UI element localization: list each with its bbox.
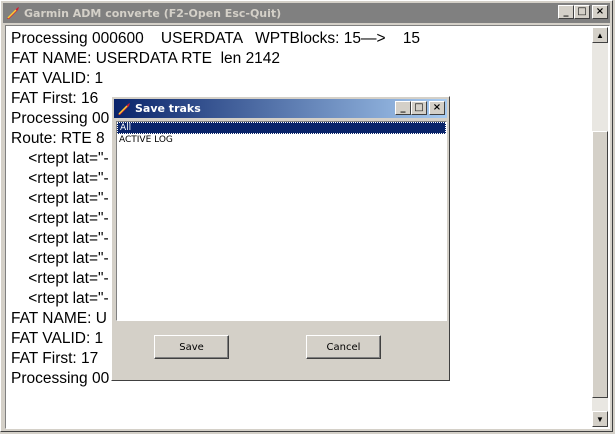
app-feather-icon bbox=[7, 7, 19, 19]
main-title-bar[interactable]: Garmin ADM converte (F2-Open Esc-Quit) _… bbox=[3, 3, 610, 23]
maximize-button[interactable]: □ bbox=[574, 5, 590, 19]
close-button[interactable]: × bbox=[592, 5, 608, 19]
dialog-close-button[interactable]: × bbox=[429, 101, 445, 115]
save-button[interactable]: Save bbox=[154, 335, 229, 359]
main-window-title: Garmin ADM converte (F2-Open Esc-Quit) bbox=[24, 6, 282, 20]
minimize-button[interactable]: _ bbox=[558, 5, 574, 19]
log-line: FAT VALID: 1 bbox=[11, 70, 104, 87]
track-list-item[interactable]: All bbox=[117, 122, 446, 134]
log-line: Processing 000600 USERDATA WPTBlocks: 15… bbox=[11, 30, 421, 47]
dialog-title: Save traks bbox=[135, 102, 201, 115]
log-line: FAT NAME: USERDATA RTE len 2142 bbox=[11, 50, 281, 67]
scroll-up-button[interactable]: ▲ bbox=[592, 27, 608, 43]
track-listbox[interactable]: All ACTIVE LOG bbox=[116, 121, 447, 321]
track-list-item[interactable]: ACTIVE LOG bbox=[117, 134, 446, 146]
dialog-feather-icon bbox=[118, 102, 130, 115]
cancel-button[interactable]: Cancel bbox=[306, 335, 381, 359]
dialog-maximize-button[interactable]: □ bbox=[411, 101, 427, 115]
dialog-minimize-button[interactable]: _ bbox=[395, 101, 411, 115]
scroll-thumb[interactable] bbox=[592, 131, 608, 398]
dialog-title-bar[interactable]: Save traks _ □ × bbox=[114, 99, 447, 118]
vertical-scrollbar[interactable]: ▲ ▼ bbox=[592, 27, 608, 427]
save-traks-dialog: Save traks _ □ × All ACTIVE LOG Save Canc… bbox=[111, 96, 450, 381]
scroll-down-button[interactable]: ▼ bbox=[592, 411, 608, 427]
